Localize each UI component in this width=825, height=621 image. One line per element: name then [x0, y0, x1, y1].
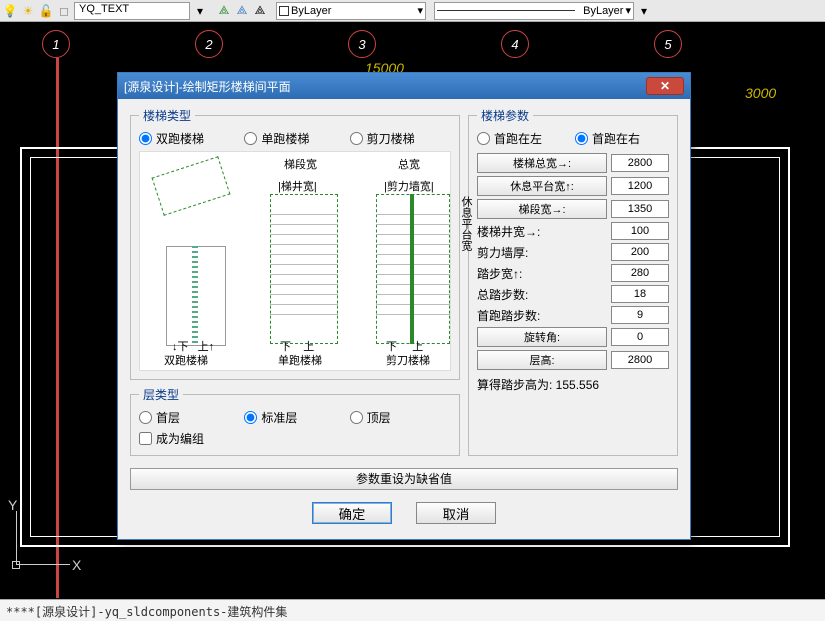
params-panel: 楼梯参数 首跑在左 首跑在右 楼梯总宽→: 休息平台宽↑: 梯段宽→: 楼梯井宽→: 剪… [468, 107, 678, 456]
layer-name-field[interactable]: YQ_TEXT [74, 2, 190, 20]
linetype-dropdown-1[interactable]: ByLayer ▾ [276, 2, 426, 20]
param-row-1: 休息平台宽↑: [477, 176, 669, 196]
stair-diagram-area: ↓下 上↑ 双跑楼梯 梯段宽 |梯井宽| 下 上 单跑楼梯 总 [139, 151, 451, 371]
param-input-0[interactable] [611, 154, 669, 172]
command-line[interactable]: ****[源泉设计]-yq_sldcomponents-建筑构件集 [0, 599, 825, 621]
stair-type-legend: 楼梯类型 [139, 107, 195, 124]
dim-3000: 3000 [745, 85, 776, 101]
param-label-6: 总踏步数: [477, 286, 607, 303]
radio-top-floor[interactable]: 顶层 [350, 409, 451, 426]
ucs-icon: X Y [10, 499, 80, 569]
radio-scissor[interactable]: 剪刀楼梯 [350, 130, 451, 147]
radio-single-run[interactable]: 单跑楼梯 [244, 130, 345, 147]
grid-bubble-5: 5 [654, 30, 682, 58]
sun-icon[interactable]: ☀ [20, 3, 36, 19]
reset-defaults-button[interactable]: 参数重设为缺省值 [130, 468, 678, 490]
ok-button[interactable]: 确定 [312, 502, 392, 524]
param-input-9[interactable] [611, 351, 669, 369]
linetype-dropdown-2[interactable]: ByLayer ▾ [434, 2, 634, 20]
param-input-4[interactable] [611, 243, 669, 261]
param-row-4: 剪力墙厚: [477, 243, 669, 261]
overflow-icon[interactable]: ▾ [636, 3, 652, 19]
param-row-8: 旋转角: [477, 327, 669, 347]
param-row-0: 楼梯总宽→: [477, 153, 669, 173]
radio-double-run[interactable]: 双跑楼梯 [139, 130, 240, 147]
param-input-7[interactable] [611, 306, 669, 324]
param-row-9: 层高: [477, 350, 669, 370]
param-input-1[interactable] [611, 177, 669, 195]
layers-icon[interactable]: ⟁ [216, 3, 232, 19]
param-button-1[interactable]: 休息平台宽↑: [477, 176, 607, 196]
stair-type-group: 楼梯类型 双跑楼梯 单跑楼梯 剪刀楼梯 ↓下 上↑ 双跑楼梯 [130, 107, 460, 380]
param-label-4: 剪力墙厚: [477, 244, 607, 261]
floor-type-group: 层类型 首层 标准层 顶层 成为编组 [130, 386, 460, 456]
top-toolbar: 💡 ☀ 🔓 ◻ YQ_TEXT ▾ ⟁ ⟁ ⟁ ByLayer ▾ ByLaye… [0, 0, 825, 22]
grid-bubble-4: 4 [501, 30, 529, 58]
param-row-5: 踏步宽↑: [477, 264, 669, 282]
param-input-5[interactable] [611, 264, 669, 282]
dialog-buttons: 确定 取消 [130, 502, 678, 524]
param-input-3[interactable] [611, 222, 669, 240]
dropdown-icon[interactable]: ▾ [192, 3, 208, 19]
param-label-5: 踏步宽↑: [477, 265, 607, 282]
cancel-button[interactable]: 取消 [416, 502, 496, 524]
linetype-1-label: ByLayer [291, 5, 331, 17]
grid-bubble-3: 3 [348, 30, 376, 58]
radio-standard-floor[interactable]: 标准层 [244, 409, 345, 426]
linetype-2-label: ByLayer [583, 5, 623, 17]
param-input-2[interactable] [611, 200, 669, 218]
param-button-9[interactable]: 层高: [477, 350, 607, 370]
dialog-titlebar[interactable]: [源泉设计]-绘制矩形楼梯间平面 ✕ [118, 73, 690, 99]
grid-bubble-1: 1 [42, 30, 70, 58]
params-legend: 楼梯参数 [477, 107, 533, 124]
layers2-icon[interactable]: ⟁ [234, 3, 250, 19]
radio-first-run-right[interactable]: 首跑在右 [575, 130, 669, 147]
left-column: 楼梯类型 双跑楼梯 单跑楼梯 剪刀楼梯 ↓下 上↑ 双跑楼梯 [130, 107, 460, 456]
stair-dialog: [源泉设计]-绘制矩形楼梯间平面 ✕ 楼梯类型 双跑楼梯 单跑楼梯 剪刀楼梯 [117, 72, 691, 540]
lock-icon[interactable]: 🔓 [38, 3, 54, 19]
close-button[interactable]: ✕ [646, 77, 684, 95]
param-button-2[interactable]: 梯段宽→: [477, 199, 607, 219]
param-row-3: 楼梯井宽→: [477, 222, 669, 240]
layer-square-icon[interactable]: ◻ [56, 3, 72, 19]
param-input-8[interactable] [611, 328, 669, 346]
param-button-0[interactable]: 楼梯总宽→: [477, 153, 607, 173]
layers3-icon[interactable]: ⟁ [252, 3, 268, 19]
param-row-2: 梯段宽→: [477, 199, 669, 219]
floor-type-legend: 层类型 [139, 386, 183, 403]
checkbox-make-group[interactable]: 成为编组 [139, 430, 451, 447]
bulb-icon[interactable]: 💡 [2, 3, 18, 19]
radio-first-run-left[interactable]: 首跑在左 [477, 130, 571, 147]
param-button-8[interactable]: 旋转角: [477, 327, 607, 347]
dialog-title: [源泉设计]-绘制矩形楼梯间平面 [124, 78, 291, 95]
param-label-3: 楼梯井宽→: [477, 223, 607, 240]
param-label-7: 首跑踏步数: [477, 307, 607, 324]
calc-result-label: 算得踏步高为: 155.556 [477, 376, 669, 393]
param-row-7: 首跑踏步数: [477, 306, 669, 324]
param-row-6: 总踏步数: [477, 285, 669, 303]
stair-params-group: 楼梯参数 首跑在左 首跑在右 楼梯总宽→: 休息平台宽↑: 梯段宽→: 楼梯井宽→: 剪… [468, 107, 678, 456]
radio-first-floor[interactable]: 首层 [139, 409, 240, 426]
param-input-6[interactable] [611, 285, 669, 303]
grid-bubble-2: 2 [195, 30, 223, 58]
